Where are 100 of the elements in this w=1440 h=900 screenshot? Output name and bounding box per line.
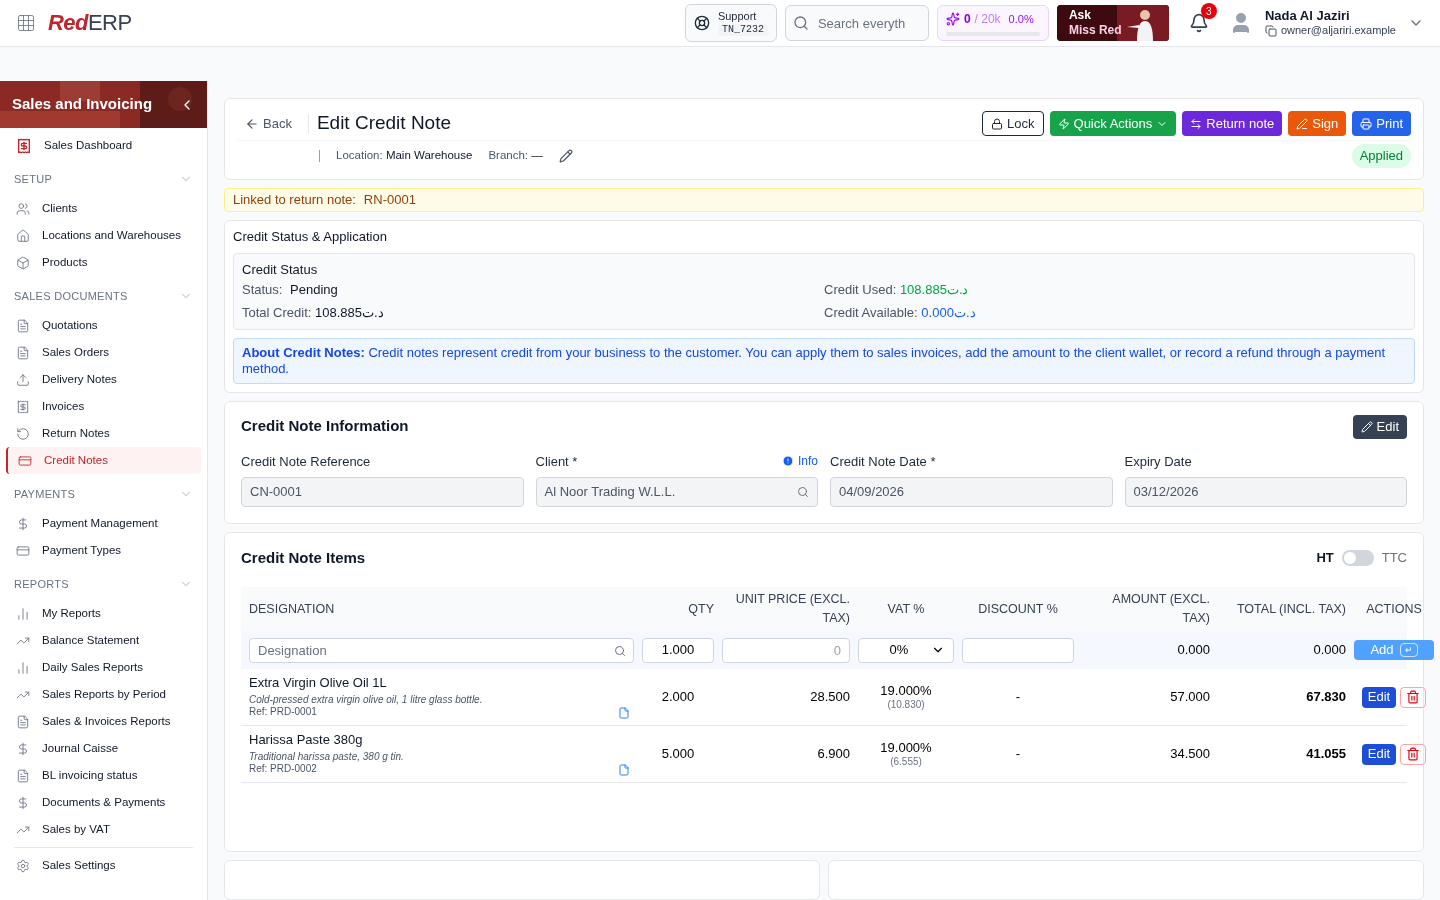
ht-label: HT	[1316, 549, 1334, 568]
vat-select[interactable]: 0%	[858, 637, 954, 663]
price-cell-text: 28.500	[809, 688, 850, 707]
text-field[interactable]: CN-0001	[241, 477, 524, 507]
sidebar-item[interactable]: Credit Notes	[6, 447, 201, 474]
text-field[interactable]: Al Noor Trading W.L.L.	[535, 477, 818, 507]
sidebar-item[interactable]: Locations and Warehouses	[6, 222, 201, 249]
branch-text: Branch: —	[488, 148, 543, 164]
item-description: Cold-pressed extra virgin olive oil, 1 litre glass bottle.	[249, 693, 484, 707]
action-button[interactable]: Print	[1352, 111, 1411, 136]
sidebar-item[interactable]: Sales Settings	[6, 852, 201, 879]
card-title: Credit Note Information	[241, 416, 409, 437]
item-name: Harissa Paste 380g	[249, 732, 364, 749]
sidebar-item[interactable]: Delivery Notes	[6, 366, 201, 393]
info-icon	[782, 455, 794, 468]
discount-field[interactable]	[962, 637, 1074, 663]
menu-item-icon	[16, 372, 30, 387]
ttc-label: TTC	[1381, 549, 1407, 568]
ask-button[interactable]: Ask Miss Red	[1056, 5, 1169, 41]
discount-cell-text: -	[1014, 745, 1022, 764]
document-icon[interactable]	[618, 763, 630, 776]
section-heading: SALES DOCUMENTS	[14, 288, 128, 304]
sidebar-item[interactable]: Journal Caisse	[6, 735, 201, 762]
sidebar-item[interactable]: Products	[6, 249, 201, 276]
action-button[interactable]: Sign	[1288, 111, 1347, 136]
amount-cell-text: 34.500	[1169, 745, 1210, 764]
section-heading: REPORTS	[14, 576, 69, 592]
sidebar-item[interactable]: Invoices	[6, 393, 201, 420]
menu-item-icon	[16, 714, 30, 729]
document-icon[interactable]	[618, 706, 630, 719]
sidebar-item[interactable]: Payment Management	[6, 510, 201, 537]
qty-cell-text: 5.000	[660, 745, 696, 764]
support-button[interactable]: Support TN_7232	[684, 4, 777, 42]
edit-button[interactable]: Edit	[1361, 686, 1397, 708]
edit-button[interactable]: Edit	[1361, 743, 1397, 765]
sidebar-item[interactable]: My Reports	[6, 600, 201, 627]
delete-button[interactable]	[1400, 743, 1427, 765]
menu-item-icon	[16, 741, 30, 756]
sidebar-item[interactable]: Clients	[6, 195, 201, 222]
action-button[interactable]: Lock	[982, 111, 1044, 136]
pencil-icon	[1360, 420, 1373, 433]
sidebar-item[interactable]: Sales Dashboard	[6, 132, 201, 159]
text-field[interactable]: 04/09/2026	[830, 477, 1113, 507]
sidebar-item[interactable]: Payment Types	[6, 537, 201, 564]
sparkle-icon	[945, 12, 960, 26]
logo: RedERP	[48, 12, 132, 34]
sidebar-item[interactable]: BL invoicing status	[6, 762, 201, 789]
menu-item-icon	[16, 768, 30, 783]
price-field[interactable]: 0	[722, 637, 850, 663]
status-text: Status: Pending	[242, 280, 339, 299]
sidebar-item[interactable]: Daily Sales Reports	[6, 654, 201, 681]
notification-bell-icon[interactable]	[1188, 13, 1209, 33]
tax-mode-toggle[interactable]	[1341, 550, 1374, 566]
sidebar-item[interactable]: Sales Reports by Period	[6, 681, 201, 708]
column-header: QTY	[687, 600, 714, 618]
about-note: About Credit Notes: Credit notes represent credit from your business to the customer. You can apply them to sales invoices, add the amount to the client wallet, or record a refund through a payment method.	[233, 337, 1415, 384]
linked-value[interactable]: RN-0001	[363, 190, 416, 210]
ask-label: Ask	[1068, 8, 1092, 23]
dashboard-icon	[16, 137, 32, 154]
menu-item-icon	[16, 660, 30, 675]
info-link[interactable]: Info	[782, 452, 818, 471]
sidebar-item[interactable]: Sales by VAT	[6, 816, 201, 843]
field-label: Credit Note Date *	[830, 452, 936, 471]
search-field[interactable]: Search everyth	[784, 5, 929, 41]
field-label: Credit Note Reference	[241, 452, 371, 471]
item-ref: Ref: PRD-0002	[249, 763, 318, 776]
search-icon	[614, 644, 626, 657]
designation-field[interactable]: Designation	[249, 637, 634, 663]
delete-button[interactable]	[1400, 686, 1427, 708]
discount-cell-text: -	[1014, 688, 1022, 707]
linked-label: Linked to return note:	[233, 191, 356, 209]
trash-icon	[1406, 690, 1421, 704]
qty-field[interactable]: 1.000	[642, 637, 714, 663]
sidebar-item[interactable]: Sales & Invoices Reports	[6, 708, 201, 735]
button-icon	[1057, 117, 1070, 130]
item-name: Extra Virgin Olive Oil 1L	[249, 675, 388, 692]
sidebar-item[interactable]: Balance Statement	[6, 627, 201, 654]
back-button[interactable]: Back	[237, 113, 309, 134]
action-button[interactable]: Return note	[1182, 111, 1283, 136]
trash-icon	[1406, 747, 1421, 761]
edit-button[interactable]: Edit	[1352, 414, 1407, 439]
support-icon	[693, 15, 710, 31]
apps-menu-icon[interactable]	[16, 13, 36, 33]
notification-count: 3	[1200, 3, 1217, 19]
credits-used: 0	[963, 11, 971, 28]
vat-cell: 19.000%	[880, 739, 932, 756]
sidebar-item[interactable]: Sales Orders	[6, 339, 201, 366]
credits-meter[interactable]: 0 / 20k 0.0%	[936, 5, 1049, 41]
menu-item-icon	[16, 543, 30, 558]
edit-icon[interactable]	[558, 149, 573, 163]
field-label: Expiry Date	[1124, 452, 1192, 471]
column-header: DISCOUNT %	[977, 600, 1059, 618]
button-icon	[1360, 117, 1373, 130]
field-label: Client *	[535, 452, 578, 471]
sidebar-item[interactable]: Documents & Payments	[6, 789, 201, 816]
sidebar-item[interactable]: Quotations	[6, 312, 201, 339]
column-header: DESIGNATION	[249, 600, 336, 618]
sidebar-item[interactable]: Return Notes	[6, 420, 201, 447]
copy-icon[interactable]	[1264, 25, 1277, 38]
text-field[interactable]: 03/12/2026	[1124, 477, 1407, 507]
